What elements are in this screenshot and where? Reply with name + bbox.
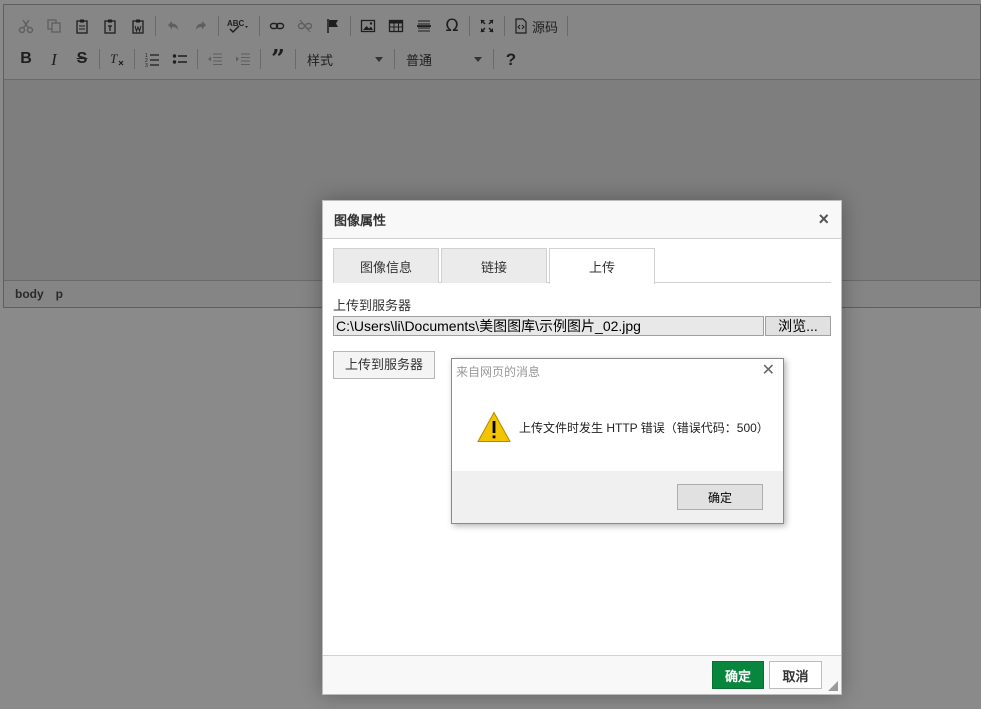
toolbar-separator (99, 49, 100, 69)
redo-icon[interactable] (187, 13, 215, 39)
toolbar-separator (394, 49, 395, 69)
styles-combo-value: 样式 (307, 52, 334, 68)
format-combo-value: 普通 (406, 52, 433, 68)
message-box-title: 来自网页的消息 (456, 364, 541, 379)
chevron-down-icon (375, 56, 383, 62)
source-button[interactable]: 源码 (508, 13, 564, 39)
svg-text:ABC: ABC (227, 19, 245, 28)
webpage-message-box: 来自网页的消息 ✕ 上传文件时发生 HTTP 错误（错误代码：500） 确定 (451, 358, 784, 524)
bullet-list-icon[interactable] (166, 46, 194, 72)
horizontal-line-icon[interactable] (410, 13, 438, 39)
upload-to-server-button[interactable]: 上传到服务器 (333, 351, 436, 379)
toolbar-separator (218, 16, 219, 36)
paste-text-icon[interactable] (96, 13, 124, 39)
cancel-button[interactable]: 取消 (769, 661, 822, 689)
editor-toolbar: ABC Ω 源码 B I S T 1 2 3 ” 样式 普通 ? (4, 5, 980, 80)
paste-word-icon[interactable] (124, 13, 152, 39)
special-char-icon[interactable]: Ω (438, 13, 466, 39)
toolbar-separator (493, 49, 494, 69)
dialog-titlebar: 图像属性 × (323, 201, 841, 239)
file-path-input[interactable]: C:\Users\li\Documents\美图图库\示例图片_02.jpg (333, 316, 764, 336)
tab-upload[interactable]: 上传 (549, 248, 655, 284)
table-icon[interactable] (382, 13, 410, 39)
message-box-titlebar: 来自网页的消息 ✕ (452, 359, 783, 383)
resize-handle-icon[interactable] (828, 681, 838, 691)
tab-image-info[interactable]: 图像信息 (333, 248, 439, 283)
toolbar-separator (134, 49, 135, 69)
help-icon[interactable]: ? (497, 46, 525, 72)
toolbar-row-2: B I S T 123 ” 样式 普通 ? (12, 44, 525, 74)
toolbar-separator (469, 16, 470, 36)
svg-text:3: 3 (145, 63, 148, 67)
warning-icon (477, 411, 511, 442)
paste-icon[interactable] (68, 13, 96, 39)
toolbar-separator (155, 16, 156, 36)
toolbar-separator (350, 16, 351, 36)
file-picker: C:\Users\li\Documents\美图图库\示例图片_02.jpg 浏… (333, 316, 831, 336)
message-ok-button[interactable]: 确定 (677, 484, 763, 510)
outdent-icon[interactable] (201, 46, 229, 72)
remove-format-icon[interactable]: T (103, 46, 131, 72)
tab-link[interactable]: 链接 (441, 248, 547, 283)
undo-icon[interactable] (159, 13, 187, 39)
spellcheck-icon[interactable]: ABC (222, 13, 256, 39)
bold-icon[interactable]: B (12, 46, 40, 72)
maximize-icon[interactable] (473, 13, 501, 39)
chevron-down-icon (474, 56, 482, 62)
toolbar-separator (295, 49, 296, 69)
close-icon[interactable]: × (818, 209, 829, 230)
toolbar-row-1: ABC Ω 源码 (12, 11, 571, 41)
anchor-flag-icon[interactable] (319, 13, 347, 39)
path-item-p[interactable]: p (56, 287, 63, 301)
source-label: 源码 (532, 19, 559, 35)
numbered-list-icon[interactable]: 123 (138, 46, 166, 72)
close-icon[interactable]: ✕ (762, 363, 775, 379)
link-icon[interactable] (263, 13, 291, 39)
strikethrough-icon[interactable]: S (68, 46, 96, 72)
svg-text:T: T (110, 51, 118, 66)
italic-icon[interactable]: I (40, 46, 68, 72)
dialog-tabs: 图像信息 链接 上传 (333, 248, 831, 284)
cut-icon[interactable] (12, 13, 40, 39)
toolbar-separator (567, 16, 569, 36)
dialog-footer: 确定 取消 (323, 655, 841, 694)
path-item-body[interactable]: body (15, 287, 44, 301)
styles-combo[interactable]: 样式 (299, 47, 391, 71)
toolbar-separator (197, 49, 198, 69)
indent-icon[interactable] (229, 46, 257, 72)
dialog-title: 图像属性 (334, 213, 387, 228)
unlink-icon[interactable] (291, 13, 319, 39)
toolbar-separator (504, 16, 505, 36)
source-icon (515, 18, 527, 34)
ok-button[interactable]: 确定 (712, 661, 764, 689)
blockquote-icon[interactable]: ” (264, 46, 292, 72)
image-icon[interactable] (354, 13, 382, 39)
toolbar-separator (260, 49, 261, 69)
format-combo[interactable]: 普通 (398, 47, 490, 71)
upload-label: 上传到服务器 (333, 298, 412, 313)
message-box-footer: 确定 (452, 471, 783, 523)
copy-icon[interactable] (40, 13, 68, 39)
browse-button[interactable]: 浏览... (765, 316, 831, 336)
message-text: 上传文件时发生 HTTP 错误（错误代码：500） (519, 420, 769, 435)
message-content: 上传文件时发生 HTTP 错误（错误代码：500） (477, 411, 769, 443)
toolbar-separator (259, 16, 260, 36)
